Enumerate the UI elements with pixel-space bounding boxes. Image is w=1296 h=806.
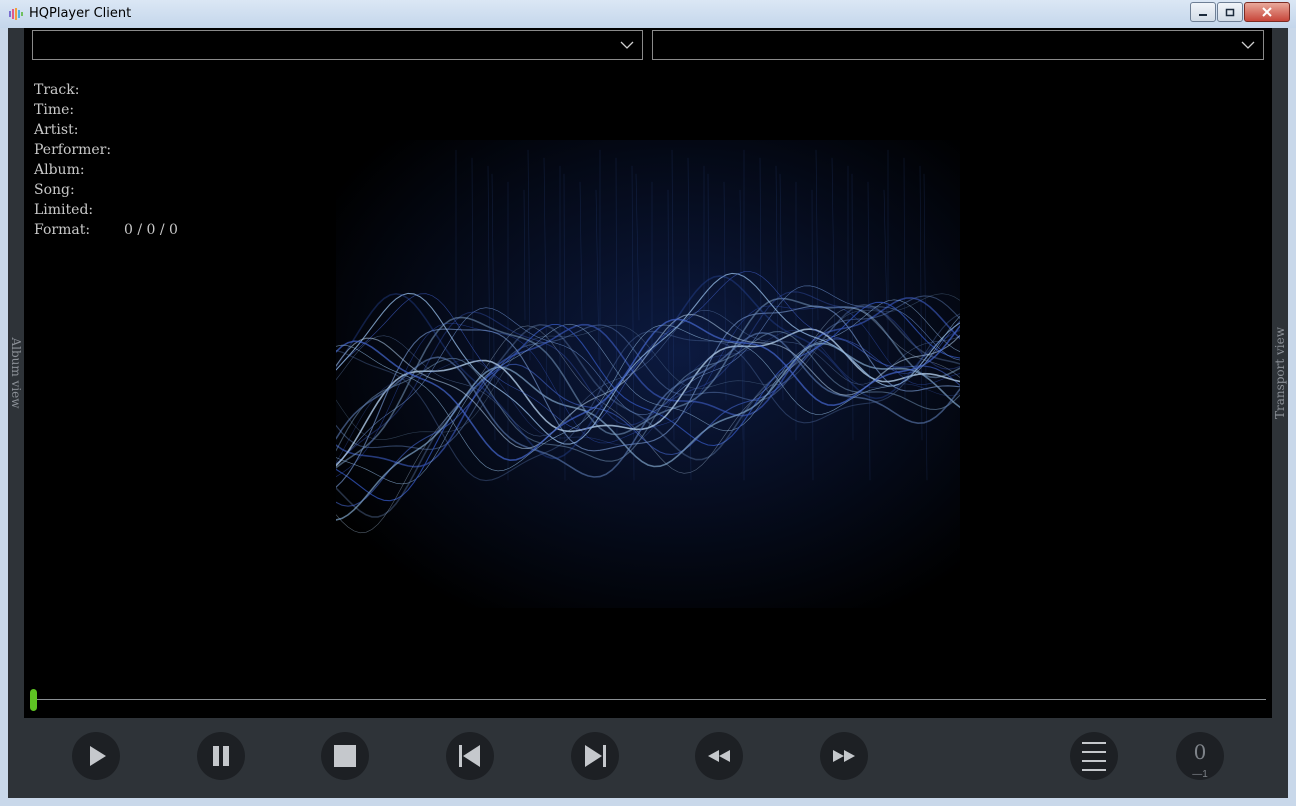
main-window: Album view Transport view Track: Time: A… bbox=[8, 28, 1288, 798]
info-label: Format: bbox=[34, 222, 91, 238]
track-info-row: Limited: bbox=[34, 200, 178, 220]
info-label: Song: bbox=[34, 182, 75, 198]
track-info-row: Format: 0 / 0 / 0 bbox=[34, 220, 178, 240]
transport-view-label: Transport view bbox=[1273, 326, 1287, 420]
title-bar[interactable]: HQPlayer Client bbox=[0, 0, 1296, 28]
info-label: Time: bbox=[34, 102, 75, 118]
album-art-visualization bbox=[336, 140, 960, 608]
close-icon bbox=[1262, 7, 1272, 17]
window-title: HQPlayer Client bbox=[29, 6, 132, 21]
chevron-down-icon bbox=[620, 41, 634, 49]
transport-view-toggle[interactable]: Transport view bbox=[1272, 28, 1288, 718]
album-view-toggle[interactable]: Album view bbox=[8, 28, 24, 718]
play-icon bbox=[90, 746, 106, 766]
fast-forward-icon bbox=[833, 750, 855, 762]
previous-button[interactable] bbox=[446, 732, 494, 780]
rewind-icon bbox=[708, 750, 730, 762]
info-label: Album: bbox=[34, 162, 85, 178]
minimize-icon bbox=[1199, 14, 1207, 16]
info-label: Artist: bbox=[34, 122, 79, 138]
right-dropdown[interactable] bbox=[652, 30, 1264, 60]
stop-icon bbox=[334, 745, 356, 767]
seek-bar[interactable] bbox=[30, 699, 1266, 700]
volume-control[interactable]: 0 —1 bbox=[1176, 732, 1224, 780]
rewind-button[interactable] bbox=[695, 732, 743, 780]
stop-button[interactable] bbox=[321, 732, 369, 780]
play-button[interactable] bbox=[72, 732, 120, 780]
fast-forward-button[interactable] bbox=[820, 732, 868, 780]
next-button[interactable] bbox=[571, 732, 619, 780]
transport-bar: 0 —1 bbox=[8, 718, 1288, 798]
skip-next-icon bbox=[585, 745, 606, 767]
info-label: Performer: bbox=[34, 142, 112, 158]
skip-previous-icon bbox=[459, 745, 480, 767]
album-view-label: Album view bbox=[9, 337, 23, 409]
left-dropdown[interactable] bbox=[32, 30, 643, 60]
window-controls bbox=[1189, 2, 1290, 22]
info-value: 0 / 0 / 0 bbox=[124, 222, 178, 238]
track-info-row: Performer: bbox=[34, 140, 178, 160]
track-info-row: Time: bbox=[34, 100, 178, 120]
seek-handle[interactable] bbox=[30, 689, 37, 711]
restore-icon bbox=[1225, 8, 1235, 17]
maximize-button[interactable] bbox=[1217, 2, 1243, 22]
chevron-down-icon bbox=[1241, 41, 1255, 49]
info-label: Limited: bbox=[34, 202, 94, 218]
minimize-button[interactable] bbox=[1190, 2, 1216, 22]
track-info-panel: Track: Time: Artist: Performer: Album: S… bbox=[34, 80, 178, 240]
track-info-row: Track: bbox=[34, 80, 178, 100]
volume-sub-value: —1 bbox=[1192, 769, 1208, 780]
pause-icon bbox=[213, 746, 229, 766]
menu-button[interactable] bbox=[1070, 732, 1118, 780]
track-info-row: Artist: bbox=[34, 120, 178, 140]
menu-icon bbox=[1082, 742, 1106, 771]
close-button[interactable] bbox=[1244, 2, 1290, 22]
track-info-row: Album: bbox=[34, 160, 178, 180]
track-info-row: Song: bbox=[34, 180, 178, 200]
volume-value: 0 bbox=[1193, 740, 1207, 764]
info-label: Track: bbox=[34, 82, 80, 98]
app-logo-icon bbox=[9, 8, 23, 20]
pause-button[interactable] bbox=[197, 732, 245, 780]
